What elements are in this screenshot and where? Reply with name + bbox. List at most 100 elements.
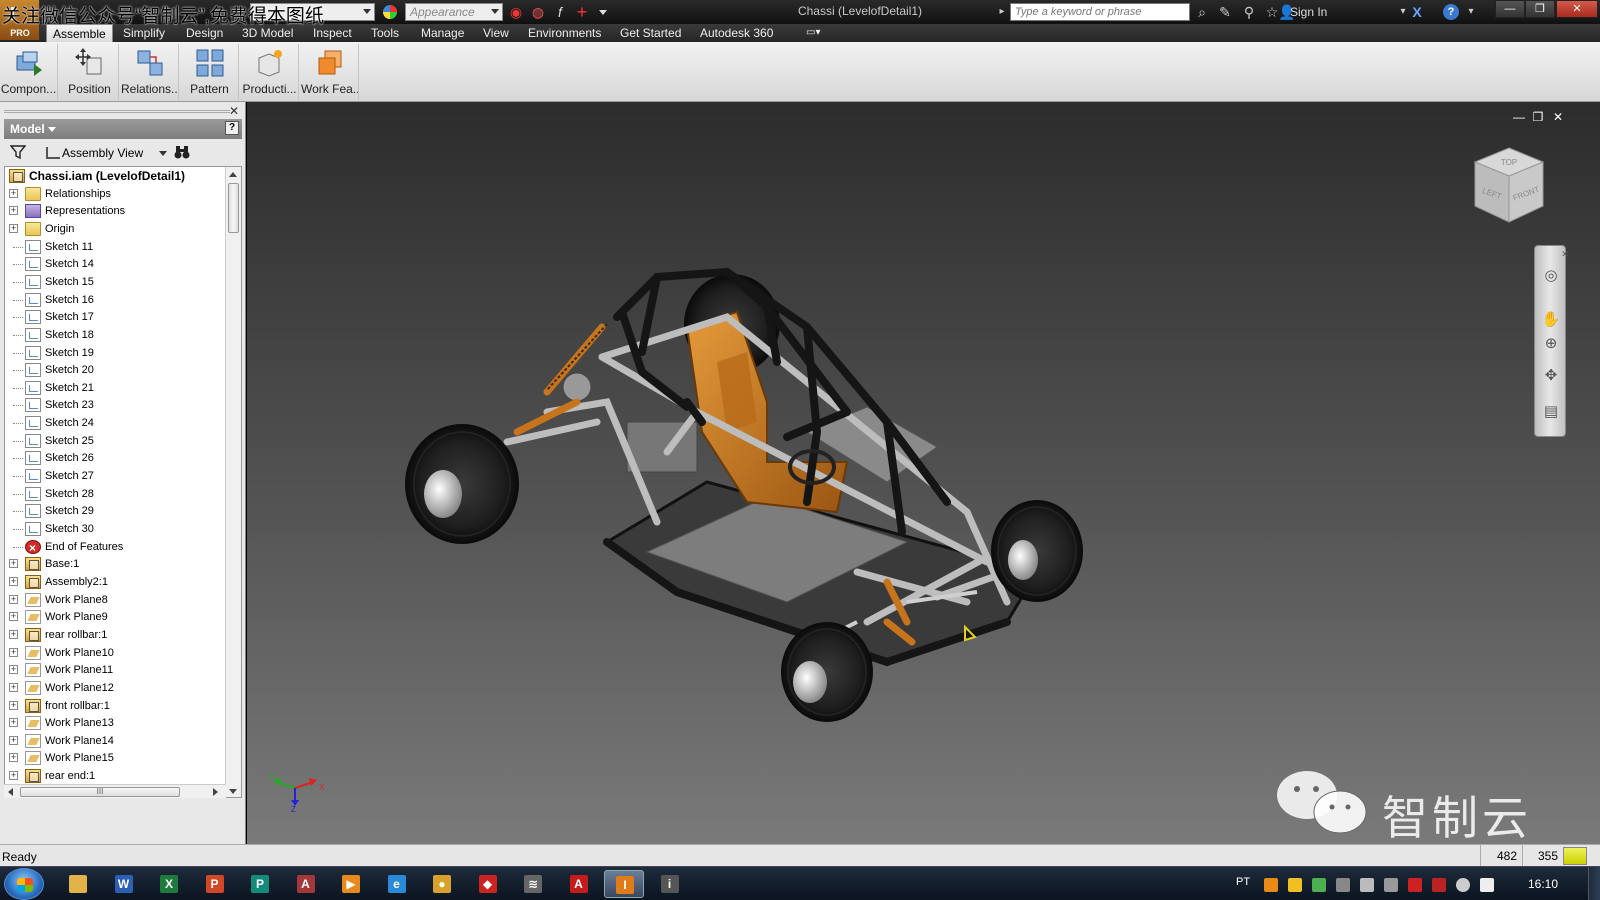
show-desktop-button[interactable]	[1588, 867, 1600, 900]
scrollbar-thumb[interactable]	[228, 183, 239, 233]
taskbar-excel-button[interactable]: X	[149, 870, 189, 898]
scroll-left-icon[interactable]	[8, 788, 13, 796]
viewcube[interactable]: TOP LEFT FRONT	[1469, 144, 1549, 230]
pan-hand-icon[interactable]: ✋	[1541, 310, 1561, 330]
expand-plus-icon[interactable]: +	[9, 206, 18, 215]
tab-autodesk-360[interactable]: Autodesk 360	[694, 24, 779, 42]
taskbar-access-button[interactable]: A	[286, 870, 326, 898]
tray-globe-icon[interactable]	[1456, 878, 1470, 892]
filter-icon[interactable]	[9, 144, 27, 160]
parameters-icon[interactable]: f	[552, 4, 568, 20]
position-button[interactable]: Position	[61, 44, 119, 100]
adjust-appearance-icon[interactable]: ◉	[508, 4, 524, 20]
graphics-viewport[interactable]: — ❐ ✕ TOP LEFT FRONT ✕ ◎ ✋ ⊕ ✥ ▤ Y X Z 智…	[247, 102, 1600, 844]
scroll-up-icon[interactable]	[229, 172, 237, 177]
expand-plus-icon[interactable]: +	[9, 736, 18, 745]
browser-header[interactable]: Model ?	[4, 119, 242, 139]
expand-plus-icon[interactable]: +	[9, 595, 18, 604]
tab-manage[interactable]: Manage	[415, 24, 470, 42]
binoculars-icon[interactable]: ⌕	[1193, 3, 1211, 21]
volume-icon[interactable]	[1360, 878, 1374, 892]
scrollbar-thumb[interactable]: III	[20, 787, 180, 797]
tab-tools[interactable]: Tools	[365, 24, 405, 42]
tray-app-icon[interactable]	[1264, 878, 1278, 892]
maximize-window-button[interactable]: ❐	[1525, 0, 1555, 18]
action-center-flag-icon[interactable]	[1480, 878, 1494, 892]
vertical-scrollbar[interactable]	[225, 167, 241, 797]
tray-network-icon[interactable]	[1312, 878, 1326, 892]
tray-shield-icon[interactable]	[1288, 878, 1302, 892]
taskbar-acrobat-button[interactable]: A	[559, 870, 599, 898]
taskbar-word-button[interactable]: W	[104, 870, 144, 898]
tray-wifi-icon[interactable]	[1336, 878, 1350, 892]
taskbar-inventor-button[interactable]: I	[604, 870, 644, 898]
zoom-icon[interactable]: ⊕	[1541, 334, 1561, 354]
taskbar-powerpoint-button[interactable]: P	[195, 870, 235, 898]
clock[interactable]: 16:10	[1528, 877, 1558, 891]
expand-plus-icon[interactable]: +	[9, 648, 18, 657]
browser-help-button[interactable]: ?	[225, 121, 239, 135]
ribbon-display-toggle-icon[interactable]: ▭▾	[800, 24, 826, 42]
sign-in-link[interactable]: Sign In	[1290, 5, 1327, 19]
clear-appearance-icon[interactable]: ◍	[530, 4, 546, 20]
taskbar-info-app-button[interactable]: i	[650, 870, 690, 898]
expand-plus-icon[interactable]: +	[9, 701, 18, 710]
tray-monitor-icon[interactable]	[1384, 878, 1398, 892]
expand-plus-icon[interactable]: +	[9, 559, 18, 568]
expand-plus-icon[interactable]: +	[9, 683, 18, 692]
close-icon[interactable]: ✕	[229, 104, 239, 118]
expand-plus-icon[interactable]: +	[9, 577, 18, 586]
appearance-dropdown[interactable]: Appearance	[405, 3, 503, 21]
work-features-button[interactable]: Work Fea...	[301, 44, 359, 100]
expand-plus-icon[interactable]: +	[9, 771, 18, 780]
orbit-icon[interactable]: ✥	[1541, 366, 1561, 386]
viewport-minimize-icon[interactable]: —	[1512, 110, 1526, 124]
taskbar-publisher-button[interactable]: P	[240, 870, 280, 898]
tab-environments[interactable]: Environments	[522, 24, 607, 42]
tray-close-icon[interactable]	[1432, 878, 1446, 892]
expand-plus-icon[interactable]: +	[9, 718, 18, 727]
expand-search-icon[interactable]: ▸	[993, 3, 1011, 21]
communication-center-icon[interactable]: ⚲	[1240, 3, 1258, 21]
buggy-chassis-model[interactable]	[247, 102, 1600, 844]
exchange-apps-icon[interactable]: X	[1408, 3, 1426, 21]
expand-plus-icon[interactable]: +	[9, 189, 18, 198]
relationships-button[interactable]: Relations...	[121, 44, 179, 100]
start-button[interactable]	[4, 868, 44, 900]
taskbar-autodesk-app-button[interactable]: ◆	[468, 870, 508, 898]
taskbar-chrome-button[interactable]: ●	[422, 870, 462, 898]
minimize-window-button[interactable]: —	[1495, 0, 1525, 18]
navbar-close-icon[interactable]: ✕	[1555, 244, 1575, 264]
subscription-icon[interactable]: ✎	[1216, 3, 1234, 21]
scroll-down-icon[interactable]	[229, 789, 237, 794]
expand-plus-icon[interactable]: +	[9, 665, 18, 674]
quick-access-menu-icon[interactable]	[594, 4, 610, 20]
place-component-button[interactable]: Compon...	[0, 44, 58, 100]
taskbar-media-player-button[interactable]: ▶	[331, 870, 371, 898]
assembly-view-select[interactable]: Assembly View	[44, 144, 169, 162]
expand-plus-icon[interactable]: +	[9, 753, 18, 762]
taskbar-internet-explorer-button[interactable]: e	[377, 870, 417, 898]
binoculars-icon[interactable]	[174, 144, 190, 163]
expand-plus-icon[interactable]: +	[9, 612, 18, 621]
add-icon[interactable]: +	[574, 3, 590, 21]
expand-plus-icon[interactable]: +	[9, 224, 18, 233]
color-wheel-icon[interactable]	[382, 4, 398, 20]
browser-grip[interactable]	[4, 110, 230, 113]
viewport-restore-icon[interactable]: ❐	[1531, 110, 1545, 124]
steering-wheel-icon[interactable]: ◎	[1541, 266, 1561, 286]
tab-view[interactable]: View	[477, 24, 515, 42]
tray-autodesk-icon[interactable]	[1408, 878, 1422, 892]
help-search-input[interactable]	[1010, 3, 1190, 21]
expand-plus-icon[interactable]: +	[9, 630, 18, 639]
close-window-button[interactable]: ✕	[1556, 0, 1598, 18]
look-at-icon[interactable]: ▤	[1541, 402, 1561, 422]
productivity-button[interactable]: Producti...	[241, 44, 299, 100]
viewport-close-icon[interactable]: ✕	[1551, 110, 1565, 124]
help-dropdown-icon[interactable]: ▾	[1462, 3, 1480, 21]
taskbar-explorer-button[interactable]	[58, 870, 98, 898]
horizontal-scrollbar[interactable]: III	[4, 784, 226, 798]
language-indicator[interactable]: PT	[1236, 876, 1250, 888]
taskbar-layers-app-button[interactable]: ≋	[513, 870, 553, 898]
help-icon[interactable]: ?	[1443, 4, 1459, 20]
